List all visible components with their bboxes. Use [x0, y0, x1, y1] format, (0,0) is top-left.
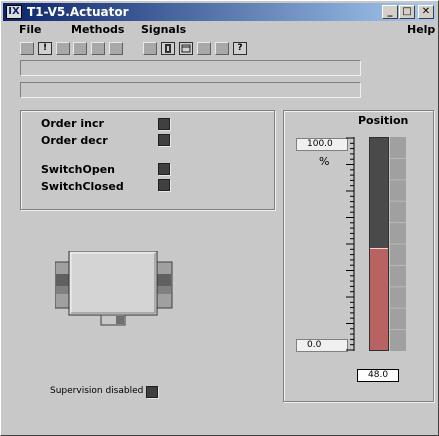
info-button[interactable]: !	[38, 42, 52, 55]
close-button[interactable]: ✕	[418, 5, 434, 19]
menu-bar: File Methods Signals Help	[3, 22, 436, 38]
toolbar-button-6[interactable]	[109, 42, 123, 55]
switch-open-led	[158, 163, 170, 175]
menu-methods[interactable]: Methods	[71, 22, 124, 38]
minimize-button[interactable]: _	[382, 5, 398, 19]
maximize-button[interactable]: □	[399, 5, 415, 19]
maximize-icon: □	[402, 6, 412, 17]
position-min-label: 0.0	[296, 339, 348, 352]
menu-signals[interactable]: Signals	[141, 22, 186, 38]
order-incr-label: Order incr	[41, 117, 104, 130]
switch-open-label: SwitchOpen	[41, 163, 115, 176]
position-value: 48.0	[357, 369, 399, 382]
menu-help[interactable]: Help	[407, 22, 435, 38]
position-unit: %	[319, 155, 330, 168]
position-frame	[283, 110, 434, 402]
supervision-led[interactable]	[146, 386, 158, 398]
toolbar-button-10[interactable]	[197, 42, 211, 55]
toolbar-button-3[interactable]	[56, 42, 70, 55]
toolbar-button-1[interactable]	[20, 42, 34, 55]
toolbar-button-4[interactable]	[73, 42, 87, 55]
info-icon: !	[42, 43, 48, 53]
window-icon	[181, 44, 191, 53]
position-track-lines	[390, 157, 406, 331]
close-icon: ✕	[421, 6, 431, 17]
actuator-graphic[interactable]	[55, 251, 173, 329]
order-incr-led	[158, 118, 170, 130]
window-button[interactable]	[179, 42, 193, 55]
app-icon[interactable]: IX	[6, 5, 22, 19]
switch-closed-label: SwitchClosed	[41, 180, 124, 193]
status-field-2[interactable]	[20, 82, 361, 98]
supervision-label: Supervision disabled	[50, 386, 144, 396]
toolbar-button-5[interactable]	[91, 42, 105, 55]
toolbar-button-7[interactable]	[143, 42, 157, 55]
graph-button[interactable]	[161, 42, 175, 55]
switch-closed-led	[158, 179, 170, 191]
position-title: Position	[358, 114, 409, 127]
position-bar	[369, 137, 389, 351]
help-button[interactable]: ?	[233, 42, 247, 55]
menu-file[interactable]: File	[19, 22, 42, 38]
order-decr-label: Order decr	[41, 134, 108, 147]
position-bar-track	[390, 137, 406, 351]
position-max-label: 100.0	[296, 138, 348, 151]
toolbar-button-11[interactable]	[215, 42, 229, 55]
graph-icon	[165, 44, 171, 53]
window-title: T1-V5.Actuator	[27, 5, 129, 19]
position-bar-fill	[370, 248, 388, 350]
order-decr-led	[158, 134, 170, 146]
help-icon: ?	[237, 43, 243, 53]
title-bar[interactable]: IX T1-V5.Actuator _ □ ✕	[3, 3, 436, 21]
status-field-1[interactable]	[20, 60, 361, 76]
minimize-icon: _	[387, 6, 393, 17]
actuator-window: IX T1-V5.Actuator _ □ ✕ File Methods Sig…	[0, 0, 439, 436]
position-scale	[346, 137, 355, 351]
